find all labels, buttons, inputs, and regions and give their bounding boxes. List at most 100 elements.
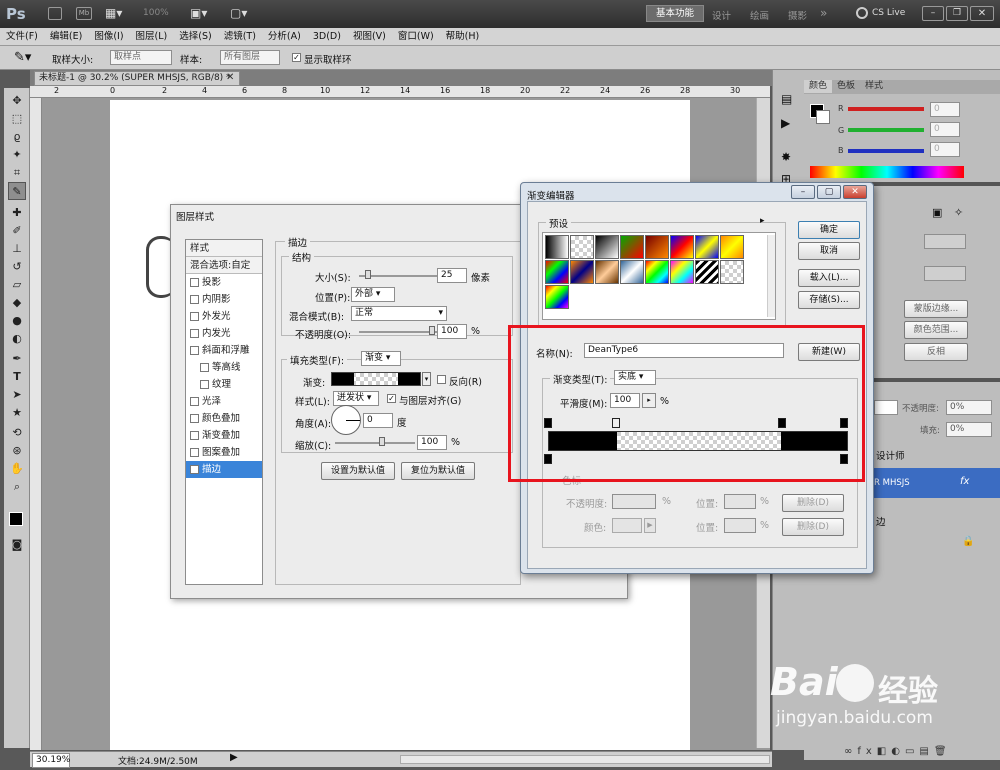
pen-tool-icon[interactable]: ✒ [8, 350, 26, 368]
preset-swatch[interactable] [570, 235, 594, 259]
style-item-gradient-overlay[interactable]: 渐变叠加 [186, 427, 262, 444]
preset-swatch[interactable] [570, 260, 594, 284]
stop-color-menu-icon[interactable]: ▶ [644, 518, 656, 533]
channel-b-slider[interactable] [848, 149, 924, 153]
angle-dial[interactable] [331, 405, 361, 435]
show-ring-checkbox[interactable]: ✓ [292, 53, 301, 62]
checkbox[interactable] [190, 278, 199, 287]
style-select[interactable]: 迸发状 ▾ [333, 391, 379, 406]
position-select[interactable]: 外部 ▾ [351, 287, 395, 302]
channel-r-input[interactable]: 0 [930, 102, 960, 117]
blending-options-item[interactable]: 混合选项:自定 [186, 257, 262, 274]
reset-default-button[interactable]: 复位为默认值 [401, 462, 475, 480]
cancel-button[interactable]: 取消 [798, 242, 860, 260]
brush-panel-icon[interactable]: ✸ [781, 150, 791, 164]
menu-file[interactable]: 文件(F) [0, 28, 44, 45]
checkbox[interactable] [200, 380, 209, 389]
style-item-stroke[interactable]: ✓ 描边 [186, 461, 262, 478]
style-item-inner-glow[interactable]: 内发光 [186, 325, 262, 342]
document-tab[interactable]: 未标题-1 @ 30.2% (SUPER MHSJS, RGB/8) * [34, 71, 240, 86]
preset-swatch[interactable] [620, 260, 644, 284]
blend-mode-select[interactable]: 正常 ▾ [351, 306, 447, 321]
delete-color-stop-button[interactable]: 删除(D) [782, 518, 844, 536]
lasso-tool-icon[interactable]: ϱ [8, 128, 26, 146]
set-default-button[interactable]: 设置为默认值 [321, 462, 395, 480]
workspace-photography[interactable]: 摄影 [788, 8, 807, 22]
cs-live-icon[interactable] [856, 7, 868, 19]
3d-orbit-tool-icon[interactable]: ⊛ [8, 442, 26, 460]
menu-select[interactable]: 选择(S) [173, 28, 217, 45]
path-select-tool-icon[interactable]: ➤ [8, 386, 26, 404]
sample-size-select[interactable]: 取样点 [110, 50, 172, 65]
document-tab-close-icon[interactable]: ✕ [226, 72, 234, 83]
tab-styles[interactable]: 样式 [860, 80, 888, 93]
gradient-editor-restore-icon[interactable]: ▢ [817, 185, 841, 199]
quick-mask-icon[interactable]: ◙ [8, 536, 26, 554]
stop-opacity-location-input[interactable] [724, 494, 756, 509]
style-item-color-overlay[interactable]: 颜色叠加 [186, 410, 262, 427]
style-item-texture[interactable]: 纹理 [186, 376, 262, 393]
menu-analysis[interactable]: 分析(A) [262, 28, 307, 45]
move-tool-icon[interactable]: ✥ [8, 92, 26, 110]
load-button[interactable]: 载入(L)... [798, 269, 860, 287]
zoom-tool-icon[interactable]: ⌕ [8, 478, 26, 496]
zoom-level[interactable]: 100% [143, 8, 169, 18]
styles-list-header[interactable]: 样式 [186, 240, 262, 257]
delete-opacity-stop-button[interactable]: 删除(D) [782, 494, 844, 512]
scale-slider-thumb[interactable] [379, 437, 385, 446]
checkbox[interactable] [190, 431, 199, 440]
menu-window[interactable]: 窗口(W) [392, 28, 440, 45]
layers-opacity-input[interactable]: 0% [946, 400, 992, 415]
mask-feather-field[interactable] [924, 266, 966, 281]
presets-menu-icon[interactable]: ▸ [760, 216, 765, 226]
presets-scrollbar[interactable] [767, 235, 775, 317]
gradient-editor-close-icon[interactable]: ✕ [843, 185, 867, 199]
eyedropper-tool-icon[interactable]: ✎ [8, 182, 26, 200]
layers-blend-mode-select[interactable] [874, 400, 898, 415]
blur-tool-icon[interactable]: ● [8, 312, 26, 330]
crop-tool-icon[interactable]: ⌗ [8, 164, 26, 182]
opacity-slider-track[interactable] [359, 331, 439, 333]
scale-slider-track[interactable] [335, 442, 415, 444]
workspace-design[interactable]: 设计 [712, 8, 731, 22]
opacity-slider-thumb[interactable] [429, 326, 435, 335]
checkbox[interactable] [190, 414, 199, 423]
preset-swatch[interactable] [545, 235, 569, 259]
preset-swatch[interactable] [695, 260, 719, 284]
hand-tool-icon[interactable]: ✋ [8, 460, 26, 478]
menu-3d[interactable]: 3D(D) [307, 28, 347, 45]
foreground-color-swatch[interactable] [9, 512, 23, 526]
view-extras-icon[interactable]: ▦▾ [105, 6, 122, 20]
reverse-checkbox[interactable] [437, 375, 446, 384]
shape-tool-icon[interactable]: ★ [8, 404, 26, 422]
healing-brush-tool-icon[interactable]: ✚ [8, 204, 26, 222]
preset-swatch[interactable] [595, 260, 619, 284]
more-workspaces-icon[interactable]: » [820, 6, 827, 20]
checkbox[interactable] [190, 448, 199, 457]
stop-color-swatch[interactable] [612, 518, 642, 533]
sample-select[interactable]: 所有图层 [220, 50, 280, 65]
color-panel-background-swatch[interactable] [816, 110, 830, 124]
checkbox[interactable] [190, 346, 199, 355]
checkbox[interactable] [190, 295, 199, 304]
tab-swatches[interactable]: 色板 [832, 80, 860, 93]
menu-help[interactable]: 帮助(H) [440, 28, 486, 45]
clone-stamp-tool-icon[interactable]: ⊥ [8, 240, 26, 258]
checkbox[interactable] [200, 363, 209, 372]
style-item-inner-shadow[interactable]: 内阴影 [186, 291, 262, 308]
layers-fill-input[interactable]: 0% [946, 422, 992, 437]
checkbox-checked[interactable]: ✓ [190, 465, 199, 474]
preset-swatch[interactable] [670, 260, 694, 284]
brush-tool-icon[interactable]: ✐ [8, 222, 26, 240]
menu-edit[interactable]: 编辑(E) [44, 28, 88, 45]
status-menu-arrow-icon[interactable]: ▶ [230, 752, 238, 763]
preset-swatch[interactable] [720, 235, 744, 259]
arrange-documents-icon[interactable]: ▣▾ [190, 6, 207, 20]
history-panel-icon[interactable]: ▤ [781, 92, 792, 106]
layer-fx-icon[interactable]: fx [960, 476, 969, 487]
paint-bucket-tool-icon[interactable]: ◆ [8, 294, 26, 312]
scale-input[interactable]: 100 [417, 435, 447, 450]
menu-layer[interactable]: 图层(L) [130, 28, 174, 45]
channel-g-input[interactable]: 0 [930, 122, 960, 137]
checkbox[interactable] [190, 312, 199, 321]
